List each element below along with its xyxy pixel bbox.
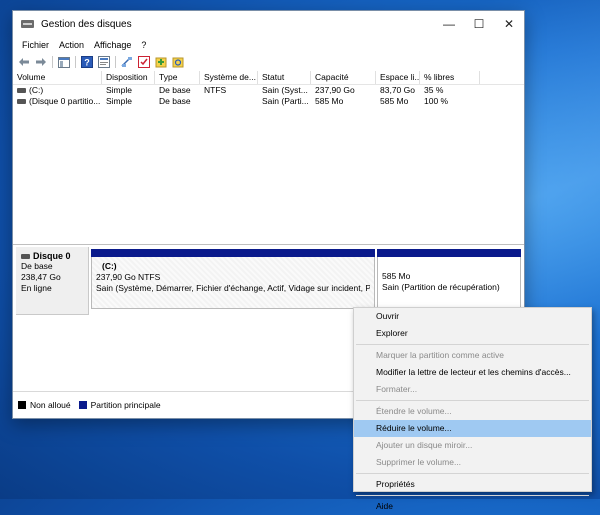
cell-status: Sain (Parti...: [262, 96, 309, 106]
partition-recovery[interactable]: 585 Mo Sain (Partition de récupération): [377, 249, 521, 311]
cell-disposition: Simple: [106, 96, 132, 106]
column-type[interactable]: Type: [155, 71, 200, 84]
cell-status: Sain (Syst...: [262, 85, 308, 95]
partition-recovery-body: 585 Mo Sain (Partition de récupération): [377, 257, 521, 309]
connect-icon[interactable]: [120, 56, 133, 69]
menu-item-explore[interactable]: Explorer: [354, 325, 591, 342]
menu-item-add-mirror: Ajouter un disque miroir...: [376, 440, 473, 450]
partition-c[interactable]: (C:) 237,90 Go NTFS Sain (Système, Démar…: [91, 249, 375, 311]
properties-icon[interactable]: [97, 56, 110, 69]
menu-separator: [356, 473, 589, 474]
menu-separator: [356, 400, 589, 401]
table-row[interactable]: (Disque 0 partitio... Simple De base Sai…: [13, 96, 524, 107]
window-controls: — ☐ ✕: [434, 11, 524, 37]
cell-volume-text: (Disque 0 partitio...: [29, 96, 101, 106]
partition-primary-bar: [377, 249, 521, 257]
menu-item-properties[interactable]: Propriétés: [354, 476, 591, 493]
partition-name: (C:): [102, 261, 117, 271]
cell-filesystem: [200, 96, 258, 107]
menu-file[interactable]: Fichier: [17, 40, 54, 50]
toolbar-separator: [115, 56, 116, 68]
close-button[interactable]: ✕: [494, 11, 524, 37]
menu-help[interactable]: ?: [136, 40, 151, 50]
disk-name: Disque 0: [33, 251, 71, 261]
column-volume[interactable]: Volume: [13, 71, 102, 84]
partition-c-body: (C:) 237,90 Go NTFS Sain (Système, Démar…: [91, 257, 375, 309]
cell-percent-free: 35 %: [424, 85, 444, 95]
partition-status: Sain (Partition de récupération): [382, 282, 500, 292]
legend-swatch-unallocated: [18, 400, 26, 409]
menu-bar: Fichier Action Affichage ?: [13, 37, 524, 53]
column-capacity[interactable]: Capacité: [311, 71, 376, 84]
menu-item-mark-active: Marquer la partition comme active: [376, 350, 505, 360]
menu-separator: [356, 495, 589, 496]
disk-type: De base: [21, 261, 53, 271]
toolbar: ?: [13, 53, 524, 72]
drive-icon: [17, 99, 26, 104]
volume-list: Volume Disposition Type Système de... St…: [13, 71, 524, 245]
disk-info-panel[interactable]: Disque 0 De base 238,47 Go En ligne: [16, 247, 89, 315]
refresh-icon[interactable]: [171, 56, 184, 69]
drive-icon: [17, 88, 26, 93]
cell-volume-text: (C:): [29, 85, 44, 95]
disk-name-row: Disque 0: [21, 251, 88, 261]
cell-free-space: 83,70 Go: [380, 85, 415, 95]
menu-item-extend-volume: Étendre le volume...: [376, 406, 452, 416]
menu-view[interactable]: Affichage: [89, 40, 136, 50]
menu-separator: [356, 344, 589, 345]
maximize-button[interactable]: ☐: [464, 11, 494, 37]
cell-capacity: 237,90 Go: [315, 85, 355, 95]
disk-size: 238,47 Go: [21, 272, 61, 282]
cell-disposition: Simple: [106, 85, 132, 95]
check-disk-icon[interactable]: [137, 56, 150, 69]
minimize-button[interactable]: —: [434, 11, 464, 37]
svg-text:?: ?: [84, 58, 90, 68]
disk-management-icon: [21, 18, 35, 30]
disk-status: En ligne: [21, 283, 52, 293]
console-tree-icon[interactable]: [57, 56, 70, 69]
cell-free-space: 585 Mo: [380, 96, 409, 106]
partition-primary-bar: [91, 249, 375, 257]
legend-label-primary: Partition principale: [90, 399, 161, 410]
menu-item-shrink-volume[interactable]: Réduire le volume...: [354, 420, 591, 437]
partition-size: 585 Mo: [382, 271, 411, 281]
volume-list-header: Volume Disposition Type Système de... St…: [13, 71, 524, 85]
menu-item-help[interactable]: Aide: [354, 498, 591, 515]
help-icon[interactable]: ?: [80, 56, 93, 69]
context-menu: Ouvrir Explorer Marquer la partition com…: [353, 307, 592, 511]
menu-action[interactable]: Action: [54, 40, 89, 50]
menu-item-open[interactable]: Ouvrir: [354, 308, 591, 325]
window-title: Gestion des disques: [41, 18, 132, 30]
legend-swatch-primary: [78, 400, 87, 409]
rescan-icon[interactable]: [154, 56, 167, 69]
cell-volume: (C:): [13, 85, 102, 96]
table-row[interactable]: (C:) Simple De base NTFS Sain (Syst... 2…: [13, 85, 524, 96]
toolbar-separator: [75, 56, 76, 68]
partition-status: Sain (Système, Démarrer, Fichier d'échan…: [96, 283, 370, 293]
menu-item-change-drive-letter[interactable]: Modifier la lettre de lecteur et les che…: [354, 364, 591, 381]
back-arrow-icon[interactable]: [17, 56, 30, 69]
toolbar-separator: [52, 56, 53, 68]
column-free-space[interactable]: Espace li...: [376, 71, 420, 84]
menu-item-format: Formater...: [376, 384, 418, 394]
cell-volume: (Disque 0 partitio...: [13, 96, 102, 107]
disk-icon: [21, 253, 30, 259]
column-filesystem[interactable]: Système de...: [200, 71, 258, 84]
column-status[interactable]: Statut: [258, 71, 311, 84]
cell-type: De base: [159, 96, 191, 106]
cell-capacity: 585 Mo: [315, 96, 344, 106]
partition-size: 237,90 Go NTFS: [96, 272, 161, 282]
forward-arrow-icon[interactable]: [34, 56, 47, 69]
cell-filesystem: NTFS: [204, 85, 227, 95]
column-percent-free[interactable]: % libres: [420, 71, 480, 84]
cell-type: De base: [159, 85, 191, 95]
menu-item-delete-volume: Supprimer le volume...: [376, 457, 462, 467]
legend-label-unallocated: Non alloué: [30, 399, 71, 410]
title-bar: Gestion des disques — ☐ ✕: [13, 11, 524, 37]
cell-percent-free: 100 %: [424, 96, 449, 106]
column-disposition[interactable]: Disposition: [102, 71, 155, 84]
